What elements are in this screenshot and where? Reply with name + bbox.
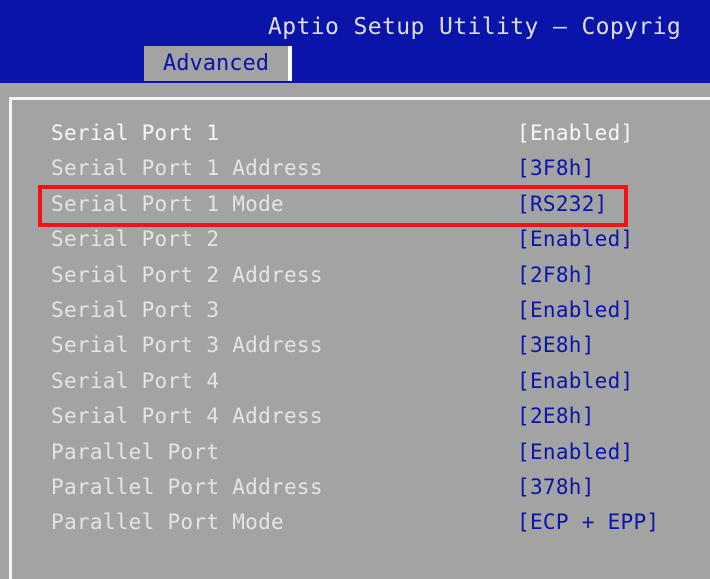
setting-value[interactable]: [3F8h] [517,156,595,180]
setting-label: Serial Port 2 [51,227,220,252]
setting-label: Parallel Port Address [51,474,323,499]
setting-row-serial-port-1-mode[interactable]: Serial Port 1 Mode [RS232] [0,189,710,224]
setting-row-serial-port-1-address[interactable]: Serial Port 1 Address [3F8h] [0,153,710,188]
setting-label: Serial Port 1 Mode [51,191,284,216]
setting-label: Serial Port 4 Address [51,404,323,429]
setting-label: Parallel Port Mode [51,510,284,535]
setting-value[interactable]: [Enabled] [517,440,634,464]
setting-value[interactable]: [Enabled] [517,227,634,251]
setting-row-serial-port-4-address[interactable]: Serial Port 4 Address [2E8h] [0,401,710,436]
setting-label: Serial Port 1 [51,121,220,145]
setting-label: Parallel Port [51,439,220,464]
setting-value[interactable]: [RS232] [517,192,608,216]
setting-label: Serial Port 3 [51,297,220,322]
setting-label: Serial Port 3 Address [51,333,323,358]
setting-value[interactable]: [ECP + EPP] [517,510,659,534]
setting-label: Serial Port 4 [51,368,220,393]
setting-row-serial-port-3-address[interactable]: Serial Port 3 Address [3E8h] [0,330,710,365]
setting-label: Serial Port 2 Address [51,262,323,287]
setting-row-serial-port-3[interactable]: Serial Port 3 [Enabled] [0,295,710,330]
setting-row-serial-port-2[interactable]: Serial Port 2 [Enabled] [0,224,710,259]
setting-row-serial-port-4[interactable]: Serial Port 4 [Enabled] [0,366,710,401]
tab-advanced[interactable]: Advanced [144,46,292,81]
setting-row-serial-port-1[interactable]: Serial Port 1 [Enabled] [0,118,710,153]
setting-label: Serial Port 1 Address [51,156,323,181]
setting-value[interactable]: [3E8h] [517,333,595,357]
setting-value[interactable]: [378h] [517,475,595,499]
setting-row-parallel-port-mode[interactable]: Parallel Port Mode [ECP + EPP] [0,507,710,542]
setting-value[interactable]: [Enabled] [517,298,634,322]
app-title: Aptio Setup Utility – Copyrig [268,14,682,40]
setting-value[interactable]: [Enabled] [517,369,634,393]
setting-value[interactable]: [2E8h] [517,404,595,428]
title-bar: Aptio Setup Utility – Copyrig Advanced [0,0,710,83]
setting-value[interactable]: [Enabled] [517,121,634,145]
setting-row-parallel-port[interactable]: Parallel Port [Enabled] [0,437,710,472]
settings-list: Serial Port 1 [Enabled] Serial Port 1 Ad… [0,118,710,543]
setting-row-serial-port-2-address[interactable]: Serial Port 2 Address [2F8h] [0,260,710,295]
setting-row-parallel-port-address[interactable]: Parallel Port Address [378h] [0,472,710,507]
setting-value[interactable]: [2F8h] [517,263,595,287]
